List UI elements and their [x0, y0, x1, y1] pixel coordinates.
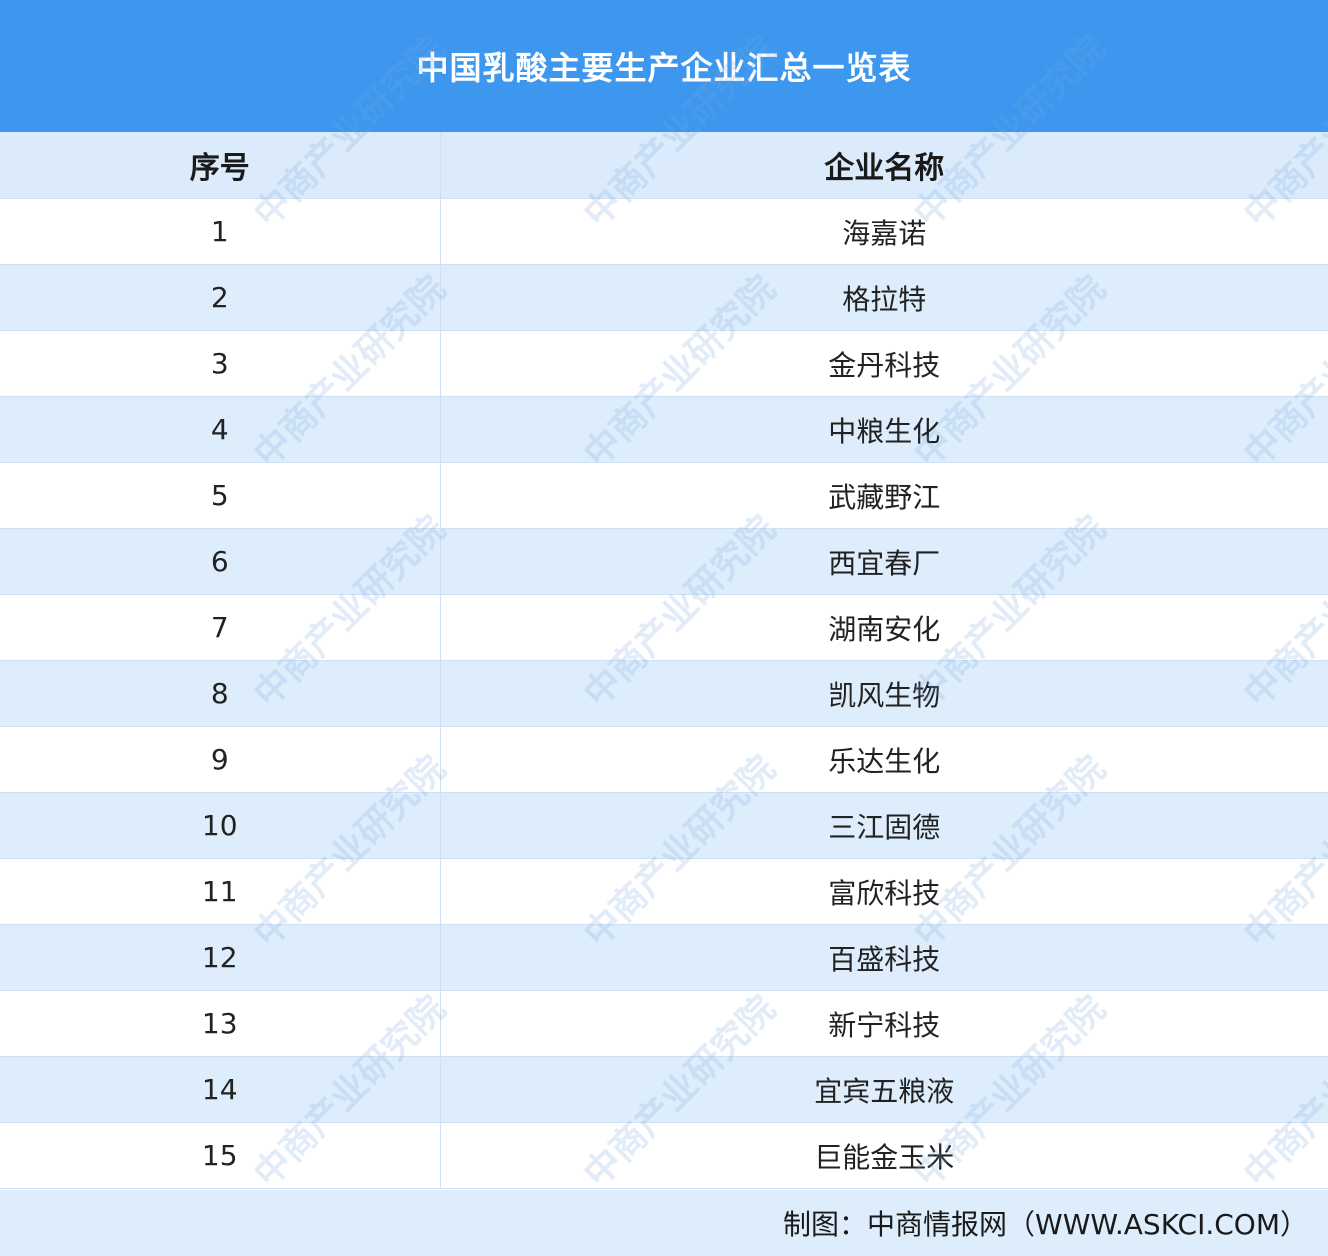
- row-index-cell: 15: [0, 1122, 441, 1189]
- company-name-cell: 金丹科技: [440, 330, 1328, 397]
- company-name-cell: 百盛科技: [440, 924, 1328, 991]
- source-credit: 制图：中商情报网（WWW.ASKCI.COM）: [0, 1190, 1328, 1256]
- table-row: 1 海嘉诺: [0, 198, 1328, 265]
- company-name-cell: 凯风生物: [440, 660, 1328, 727]
- company-name-cell: 湖南安化: [440, 594, 1328, 661]
- table-row: 10 三江固德: [0, 792, 1328, 859]
- row-index-cell: 12: [0, 924, 441, 991]
- company-name-cell: 西宜春厂: [440, 528, 1328, 595]
- company-name-cell: 中粮生化: [440, 396, 1328, 463]
- company-name-cell: 富欣科技: [440, 858, 1328, 925]
- company-table: 序号 企业名称 1 海嘉诺 2 格拉特 3 金丹科技 4 中粮生化 5 武藏野江 6 西宜春厂 7 湖南安…: [0, 132, 1328, 1189]
- table-header-row: 序号 企业名称: [0, 132, 1328, 199]
- table-row: 3 金丹科技: [0, 330, 1328, 397]
- table-row: 8 凯风生物: [0, 660, 1328, 727]
- row-index-cell: 9: [0, 726, 441, 793]
- company-name-cell: 三江固德: [440, 792, 1328, 859]
- table-row: 5 武藏野江: [0, 462, 1328, 529]
- table-row: 4 中粮生化: [0, 396, 1328, 463]
- company-name-cell: 巨能金玉米: [440, 1122, 1328, 1189]
- row-index-cell: 2: [0, 264, 441, 331]
- table-row: 2 格拉特: [0, 264, 1328, 331]
- table-row: 6 西宜春厂: [0, 528, 1328, 595]
- table-row: 14 宜宾五粮液: [0, 1056, 1328, 1123]
- row-index-cell: 11: [0, 858, 441, 925]
- row-index-cell: 1: [0, 198, 441, 265]
- row-index-cell: 8: [0, 660, 441, 727]
- row-index-cell: 10: [0, 792, 441, 859]
- page-title: 中国乳酸主要生产企业汇总一览表: [0, 0, 1328, 132]
- row-index-cell: 14: [0, 1056, 441, 1123]
- table-row: 12 百盛科技: [0, 924, 1328, 991]
- row-index-cell: 13: [0, 990, 441, 1057]
- company-name-cell: 新宁科技: [440, 990, 1328, 1057]
- table-row: 13 新宁科技: [0, 990, 1328, 1057]
- row-index-cell: 6: [0, 528, 441, 595]
- row-index-cell: 4: [0, 396, 441, 463]
- table-row: 7 湖南安化: [0, 594, 1328, 661]
- column-header-index: 序号: [0, 132, 441, 199]
- company-name-cell: 武藏野江: [440, 462, 1328, 529]
- row-index-cell: 5: [0, 462, 441, 529]
- table-row: 15 巨能金玉米: [0, 1122, 1328, 1189]
- company-name-cell: 乐达生化: [440, 726, 1328, 793]
- table-row: 9 乐达生化: [0, 726, 1328, 793]
- row-index-cell: 7: [0, 594, 441, 661]
- column-header-company: 企业名称: [440, 132, 1328, 199]
- company-name-cell: 海嘉诺: [440, 198, 1328, 265]
- table-body: 1 海嘉诺 2 格拉特 3 金丹科技 4 中粮生化 5 武藏野江 6 西宜春厂 7 湖南安化 8 凯风生物 9 乐…: [0, 198, 1328, 1189]
- table-row: 11 富欣科技: [0, 858, 1328, 925]
- company-name-cell: 格拉特: [440, 264, 1328, 331]
- row-index-cell: 3: [0, 330, 441, 397]
- company-name-cell: 宜宾五粮液: [440, 1056, 1328, 1123]
